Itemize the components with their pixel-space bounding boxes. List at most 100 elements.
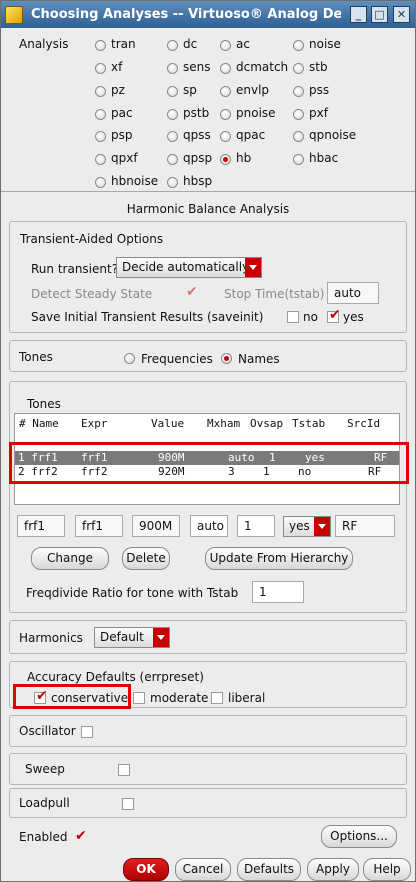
delete-button[interactable]: Delete [122, 547, 170, 570]
analysis-radio-sp[interactable] [167, 86, 178, 97]
save-initial-label: Save Initial Transient Results (saveinit… [31, 310, 264, 324]
moderate-checkbox[interactable] [133, 692, 145, 704]
frequencies-radio[interactable] [124, 353, 135, 364]
tone-ovsap-input[interactable]: 1 [237, 515, 275, 537]
transient-group-label: Transient-Aided Options [20, 232, 164, 246]
run-transient-label: Run transient? [31, 262, 119, 276]
tone-tstab-select[interactable]: yes [283, 516, 331, 537]
liberal-checkbox[interactable] [211, 692, 223, 704]
names-radio[interactable] [221, 353, 232, 364]
analysis-label-hbsp: hbsp [183, 174, 213, 188]
update-from-hierarchy-button[interactable]: Update From Hierarchy [205, 547, 353, 570]
analysis-radio-dc[interactable] [167, 40, 178, 51]
tone-srcid-input[interactable]: RF [335, 515, 395, 537]
stop-time-input[interactable]: auto [327, 282, 379, 304]
analysis-radio-hbsp[interactable] [167, 177, 178, 188]
tone-mxham-input[interactable]: auto [190, 515, 228, 537]
analysis-radio-xf[interactable] [95, 63, 106, 74]
freqdivide-input[interactable]: 1 [252, 581, 304, 603]
analysis-radio-hbnoise[interactable] [95, 177, 106, 188]
analysis-radio-pz[interactable] [95, 86, 106, 97]
analysis-label-pss: pss [309, 83, 330, 97]
close-icon[interactable]: ✕ [393, 6, 410, 23]
analysis-label-pac: pac [111, 106, 133, 120]
analysis-radio-pstb[interactable] [167, 109, 178, 120]
analysis-radio-pxf[interactable] [293, 109, 304, 120]
analysis-radio-qpnoise[interactable] [293, 131, 304, 142]
analysis-radio-qpac[interactable] [220, 131, 231, 142]
stop-time-label: Stop Time(tstab) [224, 287, 325, 301]
analysis-radio-noise[interactable] [293, 40, 304, 51]
analysis-label-qpsp: qpsp [183, 151, 213, 165]
window-title: Choosing Analyses -- Virtuoso® Analog De… [31, 7, 341, 22]
analysis-label-qpnoise: qpnoise [309, 128, 357, 142]
saveinit-no-checkbox[interactable] [287, 311, 299, 323]
apply-button[interactable]: Apply [307, 858, 359, 881]
analysis-radio-sens[interactable] [167, 63, 178, 74]
column-header: Value [151, 417, 185, 430]
analysis-label-sens: sens [183, 60, 211, 74]
oscillator-label: Oscillator [19, 724, 76, 738]
tones-group-label: Tones [27, 397, 61, 411]
analysis-radio-tran[interactable] [95, 40, 106, 51]
title-bar[interactable]: Choosing Analyses -- Virtuoso® Analog De… [1, 1, 415, 28]
analysis-label-hbnoise: hbnoise [111, 174, 159, 188]
enabled-checkbox[interactable]: ✔ [73, 829, 87, 844]
oscillator-checkbox[interactable] [81, 726, 93, 738]
sweep-checkbox[interactable] [118, 764, 130, 776]
analysis-radio-qpsp[interactable] [167, 154, 178, 165]
minimize-icon[interactable]: _ [350, 6, 367, 23]
chevron-down-icon [153, 628, 169, 647]
tones-mode-label: Tones [19, 350, 53, 364]
analysis-radio-psp[interactable] [95, 131, 106, 142]
options-button[interactable]: Options... [321, 825, 397, 848]
change-button[interactable]: Change [31, 547, 109, 570]
tone-expr-input[interactable]: frf1 [75, 515, 123, 537]
analysis-radio-envlp[interactable] [220, 86, 231, 97]
ok-button[interactable]: OK [123, 858, 169, 881]
divider [1, 191, 415, 192]
selected-rows-highlight [9, 442, 409, 484]
analysis-radio-qpxf[interactable] [95, 154, 106, 165]
harmonics-select[interactable]: Default [94, 627, 170, 648]
analysis-radio-stb[interactable] [293, 63, 304, 74]
analysis-radio-dcmatch[interactable] [220, 63, 231, 74]
analysis-radio-pac[interactable] [95, 109, 106, 120]
analysis-label-stb: stb [309, 60, 328, 74]
sweep-label: Sweep [25, 762, 65, 776]
freqdivide-label: Freqdivide Ratio for tone with Tstab [26, 586, 239, 600]
analysis-label-envlp: envlp [236, 83, 270, 97]
analysis-label-qpxf: qpxf [111, 151, 138, 165]
moderate-label: moderate [150, 691, 209, 705]
tone-value-input[interactable]: 900M [132, 515, 180, 537]
saveinit-yes-label: yes [343, 310, 364, 324]
cancel-button[interactable]: Cancel [175, 858, 231, 881]
analysis-label-qpac: qpac [236, 128, 266, 142]
saveinit-yes-checkbox[interactable]: ✔ [327, 308, 341, 323]
chevron-down-icon [314, 517, 330, 536]
help-button[interactable]: Help [363, 858, 411, 881]
maximize-icon[interactable]: □ [371, 6, 388, 23]
analysis-radio-pss[interactable] [293, 86, 304, 97]
analysis-radio-pnoise[interactable] [220, 109, 231, 120]
accuracy-label: Accuracy Defaults (errpreset) [27, 670, 204, 684]
analysis-radio-qpss[interactable] [167, 131, 178, 142]
defaults-button[interactable]: Defaults [237, 858, 301, 881]
tone-name-input[interactable]: frf1 [17, 515, 65, 537]
loadpull-checkbox[interactable] [122, 798, 134, 810]
analysis-label-pxf: pxf [309, 106, 328, 120]
analysis-radio-ac[interactable] [220, 40, 231, 51]
column-header: Mxham [207, 417, 241, 430]
column-header: Ovsap [250, 417, 284, 430]
analysis-radio-hbac[interactable] [293, 154, 304, 165]
analysis-label-pz: pz [111, 83, 125, 97]
analysis-label-psp: psp [111, 128, 133, 142]
analysis-label-pstb: pstb [183, 106, 210, 120]
harmonics-value: Default [100, 630, 144, 644]
run-transient-select[interactable]: Decide automatically [116, 257, 262, 278]
detect-steady-state-checkbox[interactable]: ✔ [184, 285, 198, 300]
analysis-radio-hb[interactable] [220, 154, 231, 165]
analysis-label-xf: xf [111, 60, 123, 74]
analysis-label-hb: hb [236, 151, 252, 165]
enabled-label: Enabled [19, 830, 68, 844]
